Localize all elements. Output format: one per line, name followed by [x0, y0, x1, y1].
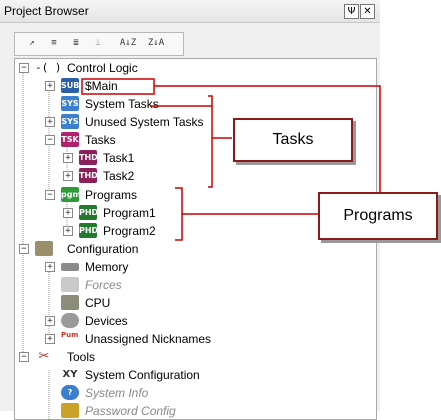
- xy-icon: XY: [62, 369, 78, 380]
- tools-icon: ✂: [38, 349, 50, 364]
- sort-descending-icon[interactable]: Z↓A: [147, 35, 165, 52]
- program-handler-icon: PHD: [79, 205, 97, 220]
- tree-node-label: System Tasks: [85, 97, 159, 111]
- pump-icon: Pump: [61, 331, 79, 339]
- toolbar-disabled-icon[interactable]: ⊥: [89, 35, 107, 52]
- task-handler-icon: THD: [79, 150, 97, 165]
- tree-node-label: Unassigned Nicknames: [85, 332, 212, 346]
- tasks-callout: Tasks: [233, 118, 353, 162]
- toolbar: ↗ ≡ ≣ ⊥ A↓Z Z↓A: [14, 32, 184, 56]
- expand-icon[interactable]: +: [45, 81, 55, 91]
- sort-ascending-icon[interactable]: A↓Z: [119, 35, 137, 52]
- tree-node-label: Tools: [67, 350, 96, 364]
- devices-icon: [61, 313, 79, 328]
- expand-icon[interactable]: +: [63, 171, 73, 181]
- configuration-icon: [35, 241, 53, 256]
- cpu-icon: [61, 295, 79, 310]
- collapse-icon[interactable]: −: [45, 135, 55, 145]
- title-bar: Project Browser Ψ ✕: [0, 0, 380, 23]
- tree-node-label: System Info: [85, 386, 149, 400]
- tree-node-label: Configuration: [67, 242, 139, 256]
- task-icon: TSK: [61, 132, 79, 147]
- expand-icon[interactable]: +: [45, 316, 55, 326]
- collapse-icon[interactable]: −: [19, 352, 29, 362]
- pin-button[interactable]: Ψ: [344, 4, 359, 19]
- expand-icon[interactable]: +: [45, 334, 55, 344]
- tree-node-label: Unused System Tasks: [85, 115, 204, 129]
- task-handler-icon: THD: [79, 168, 97, 183]
- expand-icon[interactable]: +: [63, 153, 73, 163]
- program-folder-icon: pgm: [61, 187, 79, 202]
- system-task-icon: SYS: [61, 96, 79, 111]
- tree-node-label: Password Config: [85, 404, 176, 418]
- toolbar-details-icon[interactable]: ≣: [67, 35, 85, 52]
- system-task-icon: SYS: [61, 114, 79, 129]
- tree-node-label: Program1: [103, 206, 156, 220]
- collapse-icon[interactable]: −: [45, 190, 55, 200]
- close-button[interactable]: ✕: [360, 4, 375, 19]
- expand-icon[interactable]: +: [45, 117, 55, 127]
- tree-node-label: Control Logic: [67, 61, 138, 75]
- forces-icon: [61, 277, 79, 292]
- tree-node-label: Task2: [103, 169, 135, 183]
- tree-node-label: Program2: [103, 224, 156, 238]
- expand-icon[interactable]: +: [63, 226, 73, 236]
- toolbar-list-icon[interactable]: ≡: [45, 35, 63, 52]
- tree-node-label: Memory: [85, 260, 129, 274]
- tree-node-label: Programs: [85, 188, 138, 202]
- expand-icon[interactable]: +: [45, 262, 55, 272]
- tree-node-label: System Configuration: [85, 368, 200, 382]
- collapse-icon[interactable]: −: [19, 244, 29, 254]
- panel-title: Project Browser: [4, 4, 89, 18]
- ladder-logic-icon: -( ): [35, 61, 62, 74]
- collapse-icon[interactable]: −: [19, 63, 29, 73]
- tree-node-label: $Main: [85, 79, 118, 93]
- tree-node-label: Task1: [103, 151, 135, 165]
- tree-node-label: CPU: [85, 296, 111, 310]
- toolbar-pointer-icon[interactable]: ↗: [23, 35, 41, 52]
- expand-icon[interactable]: +: [63, 208, 73, 218]
- program-handler-icon: PHD: [79, 223, 97, 238]
- programs-callout: Programs: [318, 192, 438, 240]
- tree-node-label: Tasks: [85, 133, 116, 147]
- memory-chip-icon: [61, 263, 79, 271]
- tree-node-label: Forces: [85, 278, 122, 292]
- info-icon: ?: [61, 385, 79, 400]
- tree-node-label: Devices: [85, 314, 128, 328]
- subroutine-icon: SUB: [61, 78, 79, 93]
